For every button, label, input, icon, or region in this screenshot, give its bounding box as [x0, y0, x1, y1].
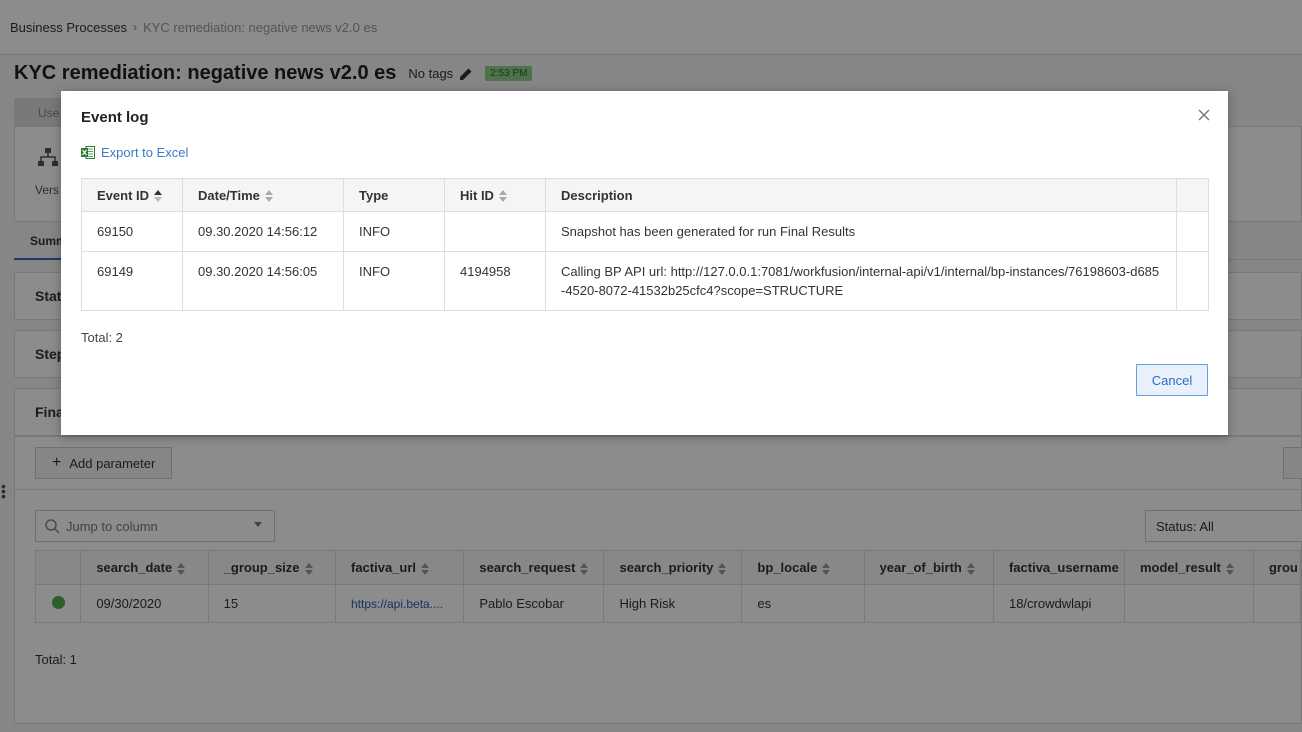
type-cell: INFO	[343, 211, 445, 252]
column-label: Type	[359, 187, 389, 203]
sort-ascending-icon[interactable]	[154, 190, 163, 203]
column-header-datetime[interactable]: Date/Time	[182, 178, 344, 212]
column-label: Hit ID	[460, 187, 494, 203]
hit-id-cell: 4194958	[444, 251, 546, 311]
hit-id-cell	[444, 211, 546, 252]
column-header-type: Type	[343, 178, 445, 212]
column-header-empty	[1176, 178, 1209, 212]
modal-total: Total: 2	[81, 330, 123, 345]
excel-icon	[81, 146, 95, 159]
column-label: Event ID	[97, 187, 150, 203]
event-log-modal: Event log Export to Excel Event ID Date/…	[61, 91, 1228, 435]
column-header-description: Description	[545, 178, 1177, 212]
sort-icon[interactable]	[498, 190, 507, 203]
empty-cell	[1176, 211, 1209, 252]
table-header-row: Event ID Date/Time Type Hit ID Descripti…	[81, 178, 1209, 212]
column-label: Date/Time	[198, 187, 260, 203]
modal-title: Event log	[81, 109, 149, 126]
event-id-cell: 69149	[81, 251, 183, 311]
event-id-cell: 69150	[81, 211, 183, 252]
description-cell: Snapshot has been generated for run Fina…	[545, 211, 1177, 252]
description-cell: Calling BP API url: http://127.0.0.1:708…	[545, 251, 1177, 311]
type-cell: INFO	[343, 251, 445, 311]
cancel-button[interactable]: Cancel	[1136, 364, 1208, 396]
table-row: 69149 09.30.2020 14:56:05 INFO 4194958 C…	[81, 251, 1209, 311]
sort-icon[interactable]	[264, 190, 273, 203]
close-icon[interactable]	[1198, 109, 1210, 121]
datetime-cell: 09.30.2020 14:56:05	[182, 251, 344, 311]
column-header-hit-id[interactable]: Hit ID	[444, 178, 546, 212]
column-label: Description	[561, 187, 633, 203]
export-label: Export to Excel	[101, 145, 189, 160]
empty-cell	[1176, 251, 1209, 311]
column-header-event-id[interactable]: Event ID	[81, 178, 183, 212]
table-row: 69150 09.30.2020 14:56:12 INFO Snapshot …	[81, 211, 1209, 252]
event-log-table: Event ID Date/Time Type Hit ID Descripti…	[81, 178, 1209, 311]
export-to-excel-link[interactable]: Export to Excel	[81, 145, 188, 160]
datetime-cell: 09.30.2020 14:56:12	[182, 211, 344, 252]
